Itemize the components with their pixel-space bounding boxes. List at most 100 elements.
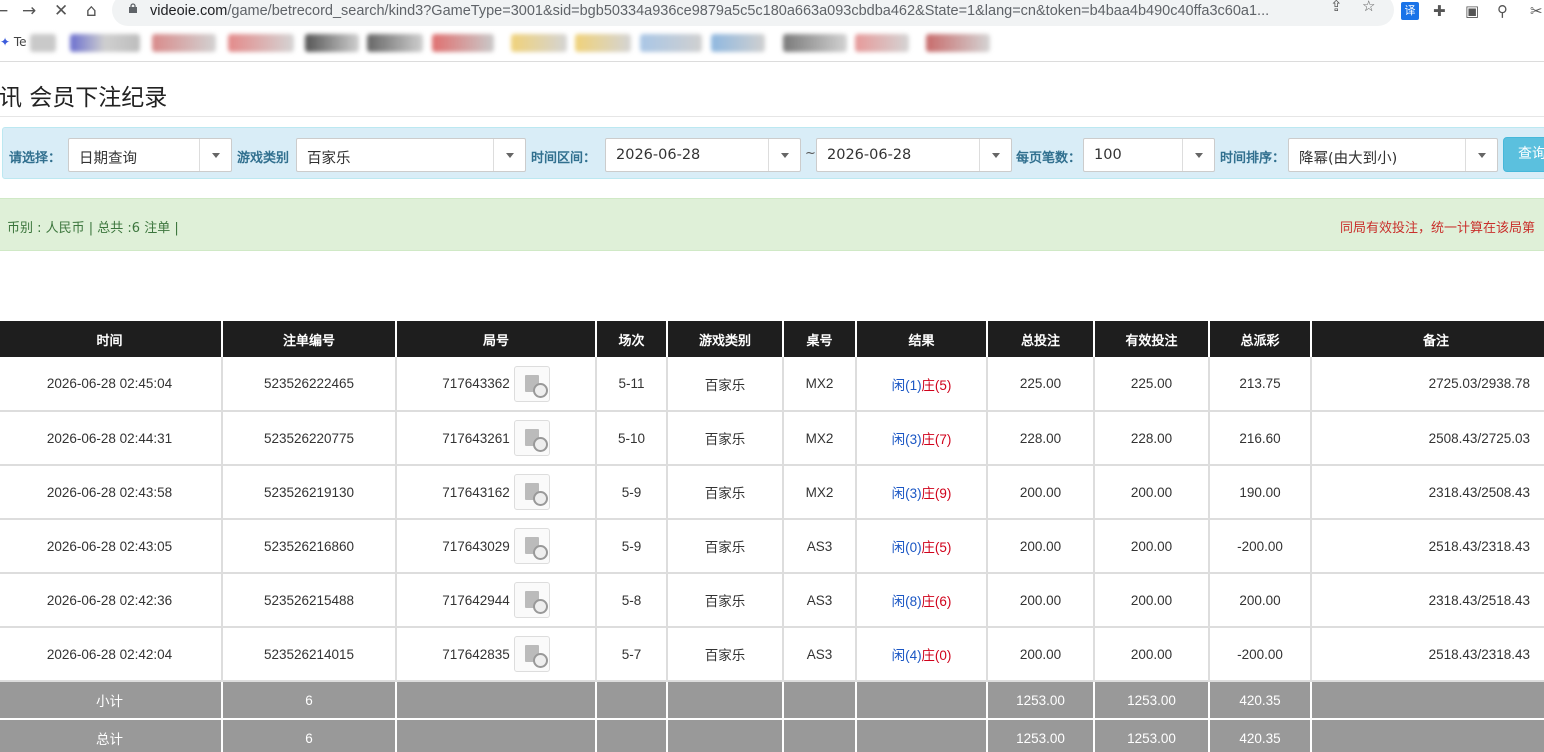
payout: 216.60 [1208,411,1311,466]
share-icon[interactable]: ⇪ [1330,0,1343,15]
bookmark-item[interactable] [70,34,140,52]
session: 5-11 [595,357,667,412]
column-header-round-id[interactable]: 局号 [395,321,596,357]
empty-cell [666,719,783,752]
round-id: 717643362 [442,376,510,391]
column-header-result[interactable]: 结果 [855,321,987,357]
subtotal-count: 6 [221,681,396,720]
round-id-cell: 717643362 [395,357,596,412]
result: 闲(4) 庄(0) [855,627,987,682]
result: 闲(8) 庄(6) [855,573,987,628]
extensions-icon[interactable]: ✚ [1433,2,1446,20]
chevron-down-icon[interactable] [493,139,525,171]
chevron-down-icon[interactable] [768,139,800,171]
game-type: 百家乐 [666,465,783,520]
chevron-down-icon[interactable] [1465,139,1497,171]
player-result: 闲(8) [891,594,922,609]
player-result: 闲(1) [891,377,922,393]
order-id: 523526216860 [221,519,396,574]
page-size-select[interactable]: 100 [1083,138,1215,172]
address-bar[interactable]: videoie.com/game/betrecord_search/kind3?… [112,0,1394,26]
translate-icon[interactable]: 译 [1401,2,1419,20]
column-header-order-id[interactable]: 注单编号 [221,321,396,357]
star-icon[interactable]: ☆ [1362,0,1375,15]
game-type: 百家乐 [666,357,783,412]
query-mode-select[interactable]: 日期查询 [68,138,232,172]
total-payout: 420.35 [1208,719,1311,752]
stop-icon[interactable]: ✕ [54,1,68,21]
bookmark-item[interactable]: ✦ Te [0,35,27,49]
chevron-down-icon[interactable] [1182,139,1214,171]
sort-select[interactable]: 降幂(由大到小) [1288,138,1498,172]
bookmark-item[interactable] [305,34,359,52]
video-replay-icon[interactable] [513,474,550,510]
page-size-label: 每页笔数： [1016,151,1082,166]
table-row: 2026-06-28 02:42:04 523526214015 717642835… [0,627,1544,682]
total-bet-link[interactable]: 200.00 [986,573,1094,628]
video-replay-icon[interactable] [513,420,550,456]
session: 5-8 [595,573,667,628]
result: 闲(3) 庄(7) [855,411,987,466]
video-replay-icon[interactable] [513,365,550,402]
bet-time: 2026-06-28 02:42:36 [0,573,222,628]
query-button[interactable]: 查询 [1503,137,1544,172]
bookmark-item[interactable] [926,34,990,52]
bookmark-item[interactable] [783,34,847,52]
video-replay-icon[interactable] [513,582,550,618]
valid-bet: 200.00 [1093,519,1209,574]
tools-icon[interactable]: ✂ [1530,2,1543,20]
game-type: 百家乐 [666,573,783,628]
total-row: 总计 6 1253.00 1253.00 420.35 [0,719,1544,752]
banker-result: 庄(6) [921,594,952,609]
bookmark-item[interactable] [855,34,909,52]
game-type-select[interactable]: 百家乐 [296,138,526,172]
column-header-payout[interactable]: 总派彩 [1208,321,1311,357]
bookmark-item[interactable] [711,34,765,52]
page-size-value: 100 [1094,147,1122,163]
column-header-note[interactable]: 备注 [1310,321,1544,357]
back-icon[interactable]: ← [0,1,8,21]
bookmark-item[interactable] [575,34,631,52]
column-header-session[interactable]: 场次 [595,321,667,357]
lock-icon[interactable] [128,3,138,13]
search-icon[interactable]: ⚲ [1497,2,1508,20]
column-header-valid-bet[interactable]: 有效投注 [1093,321,1209,357]
bookmark-item[interactable] [511,34,567,52]
column-header-table-no[interactable]: 桌号 [782,321,856,357]
bookmark-item[interactable] [30,34,56,52]
home-icon[interactable]: ⌂ [86,1,97,21]
empty-cell [855,719,987,752]
total-bet-link[interactable]: 200.00 [986,465,1094,520]
column-header-total-bet[interactable]: 总投注 [986,321,1094,357]
empty-cell [782,681,856,720]
date-from-select[interactable]: 2026-06-28 [605,138,801,172]
chevron-down-icon[interactable] [199,139,231,171]
valid-bet: 200.00 [1093,465,1209,520]
table-row: 2026-06-28 02:44:31 523526220775 717643261… [0,411,1544,466]
total-bet-link[interactable]: 200.00 [986,519,1094,574]
total-bet-link[interactable]: 225.00 [986,357,1094,412]
bookmark-item[interactable] [152,34,216,52]
bookmark-item[interactable] [228,34,294,52]
column-header-time[interactable]: 时间 [0,321,222,357]
total-bet-link[interactable]: 200.00 [986,627,1094,682]
table-row: 2026-06-28 02:43:05 523526216860 717643029… [0,519,1544,574]
browser-chrome: ← → ✕ ⌂ videoie.com/game/betrecord_searc… [0,0,1544,62]
bookmark-item[interactable] [367,34,423,52]
payout: -200.00 [1208,627,1311,682]
column-header-game-type[interactable]: 游戏类别 [666,321,783,357]
session: 5-7 [595,627,667,682]
chevron-down-icon[interactable] [979,139,1011,171]
subtotal-valid-bet: 1253.00 [1093,681,1209,720]
total-bet-link[interactable]: 228.00 [986,411,1094,466]
bookmark-item[interactable] [640,34,702,52]
sidebar-icon[interactable]: ▣ [1465,2,1479,20]
video-replay-icon[interactable] [513,636,550,672]
valid-bet: 200.00 [1093,627,1209,682]
url-text[interactable]: videoie.com/game/betrecord_search/kind3?… [150,3,1340,19]
date-to-select[interactable]: 2026-06-28 [816,138,1012,172]
video-replay-icon[interactable] [513,528,550,564]
table-row: 2026-06-28 02:43:58 523526219130 717643162… [0,465,1544,520]
bookmark-item[interactable] [432,34,494,52]
forward-icon[interactable]: → [22,1,36,21]
